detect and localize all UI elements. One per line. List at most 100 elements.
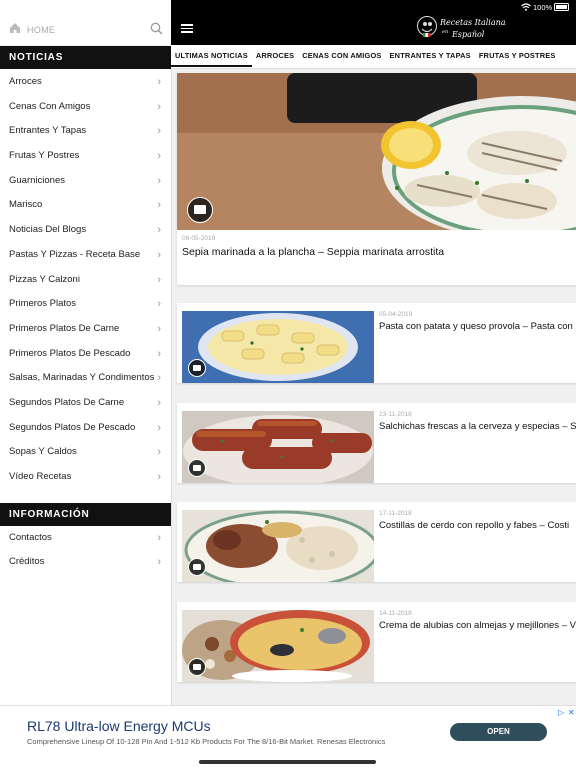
hamburger-menu-icon[interactable] — [181, 24, 193, 33]
post-date: 05-04-2019 — [379, 311, 413, 318]
tab[interactable]: FRUTAS Y POSTRES — [475, 45, 560, 67]
post-thumbnail[interactable] — [182, 411, 374, 483]
sidebar-item-info[interactable]: Créditos › — [0, 550, 171, 575]
sidebar-item-category[interactable]: Sopas Y Caldos › — [0, 440, 171, 465]
sidebar-item-label: Entrantes Y Tapas — [9, 125, 87, 137]
post-title[interactable]: Costillas de cerdo con repollo y fabes –… — [379, 520, 569, 531]
chevron-right-icon: › — [157, 372, 161, 385]
category-tabs: ULTIMAS NOTICIAS ARROCES CENAS CON AMIGOS E… — [171, 45, 576, 69]
search-icon[interactable] — [150, 22, 163, 35]
sidebar-item-label: Noticias Del Blogs — [9, 224, 87, 236]
sidebar-item-category[interactable]: Segundos Platos De Pescado › — [0, 416, 171, 441]
chevron-right-icon: › — [157, 224, 161, 237]
sidebar-item-info[interactable]: Contactos › — [0, 526, 171, 551]
sidebar-item-label: Cenas Con Amigos — [9, 100, 91, 112]
sidebar-item-category[interactable]: Primeros Platos De Pescado › — [0, 342, 171, 367]
sidebar-item-category[interactable]: Arroces › — [0, 70, 171, 95]
chevron-right-icon: › — [157, 100, 161, 113]
tab[interactable]: ARROCES — [252, 45, 298, 67]
sidebar-item-category[interactable]: Primeros Platos De Carne › — [0, 317, 171, 342]
post-card[interactable]: 05-04-2019 Pasta con patata y queso provo… — [177, 303, 576, 383]
site-logo[interactable]: Recetas Italianas en Español — [416, 13, 506, 41]
home-icon[interactable] — [9, 22, 21, 34]
post-title[interactable]: Pasta con patata y queso provola – Pasta… — [379, 321, 573, 332]
chevron-right-icon: › — [157, 248, 161, 261]
sidebar-item-label: Pizzas Y Calzoni — [9, 273, 80, 285]
sidebar-item-category[interactable]: Frutas Y Postres › — [0, 144, 171, 169]
post-title[interactable]: Crema de alubias con almejas y mejillone… — [379, 620, 576, 631]
ad-choices-icon[interactable]: ▷ — [558, 708, 564, 717]
sidebar-item-label: Contactos — [9, 531, 52, 543]
chevron-right-icon: › — [157, 347, 161, 360]
sidebar-item-label: Frutas Y Postres — [9, 150, 80, 162]
post-thumbnail[interactable] — [182, 311, 374, 383]
chevron-right-icon: › — [157, 471, 161, 483]
post-thumbnail[interactable] — [182, 610, 374, 682]
post-card[interactable]: 23-11-2018 Salchichas frescas a la cervez… — [177, 403, 576, 483]
sidebar-item-label: Sopas Y Caldos — [9, 446, 77, 458]
chevron-right-icon: › — [157, 76, 161, 88]
section-heading-info: INFORMACIÓN — [0, 502, 171, 526]
sidebar-item-label: Guarniciones — [9, 174, 65, 186]
post-date: 23-11-2018 — [379, 411, 412, 418]
post-title[interactable]: Salchichas frescas a la cerveza y especi… — [379, 421, 576, 432]
ad-description: Comprehensive Lineup Of 10-128 Pin And 1… — [27, 737, 386, 746]
sidebar-item-label: Primeros Platos De Carne — [9, 322, 120, 334]
post-date: 06-05-2019 — [182, 235, 216, 242]
sidebar-item-category[interactable]: Salsas, Marinadas Y Condimentos › — [0, 366, 171, 391]
gallery-icon — [188, 359, 206, 377]
chevron-right-icon: › — [157, 396, 161, 409]
featured-image[interactable] — [177, 73, 576, 230]
sidebar-item-category[interactable]: Noticias Del Blogs › — [0, 218, 171, 243]
tab[interactable]: CENAS CON AMIGOS — [298, 45, 385, 67]
sidebar-item-category[interactable]: Pizzas Y Calzoni › — [0, 268, 171, 293]
sidebar-item-category[interactable]: Segundos Platos De Carne › — [0, 391, 171, 416]
battery-percentage: 100% — [533, 3, 553, 12]
chevron-right-icon: › — [157, 125, 161, 138]
post-title[interactable]: Sepia marinada a la plancha – Seppia mar… — [182, 246, 444, 258]
sidebar-item-category[interactable]: Guarniciones › — [0, 169, 171, 194]
sidebar-item-category[interactable]: Primeros Platos › — [0, 292, 171, 317]
chevron-right-icon: › — [157, 273, 161, 286]
sidebar-item-category[interactable]: Vídeo Recetas › — [0, 465, 171, 490]
sidebar: HOME NOTICIAS Arroces › Cenas Con Amigos › E… — [0, 0, 172, 705]
chevron-right-icon: › — [157, 531, 161, 544]
sidebar-item-label: Créditos — [9, 556, 45, 568]
chevron-right-icon: › — [157, 199, 161, 212]
sidebar-item-label: Pastas Y Pizzas - Receta Base — [9, 248, 141, 260]
chevron-right-icon: › — [157, 298, 161, 311]
sidebar-item-category[interactable]: Pastas Y Pizzas - Receta Base › — [0, 243, 171, 268]
category-list: Arroces › Cenas Con Amigos › Entrantes Y Tap… — [0, 69, 171, 490]
sidebar-item-category[interactable]: Entrantes Y Tapas › — [0, 119, 171, 144]
wifi-icon — [521, 3, 531, 11]
gallery-icon — [187, 197, 213, 223]
sidebar-item-label: Segundos Platos De Carne — [9, 396, 125, 408]
ad-open-button[interactable]: OPEN — [450, 723, 547, 741]
chevron-right-icon: › — [157, 322, 161, 335]
section-heading-news: NOTICIAS — [0, 46, 171, 69]
tab[interactable]: ENTRANTES Y TAPAS — [386, 45, 475, 67]
sidebar-item-category[interactable]: Cenas Con Amigos › — [0, 95, 171, 120]
sidebar-item-label: Marisco — [9, 199, 43, 211]
sidebar-item-category[interactable]: Marisco › — [0, 193, 171, 218]
home-label[interactable]: HOME — [27, 25, 55, 35]
post-thumbnail[interactable] — [182, 510, 374, 582]
post-date: 17-11-2018 — [379, 510, 412, 517]
featured-post[interactable]: 06-05-2019 Sepia marinada a la plancha –… — [177, 73, 576, 285]
post-card[interactable]: 14-11-2018 Crema de alubias con almejas y… — [177, 602, 576, 682]
post-date: 14-11-2018 — [379, 610, 412, 617]
ad-close-icon[interactable]: ✕ — [568, 708, 575, 717]
chevron-right-icon: › — [157, 174, 161, 187]
chevron-right-icon: › — [157, 556, 161, 569]
svg-text:Recetas Italianas: Recetas Italianas — [439, 18, 506, 27]
sidebar-item-label: Primeros Platos De Pescado — [9, 347, 131, 359]
sidebar-item-label: Segundos Platos De Pescado — [9, 421, 136, 433]
svg-text:en: en — [442, 29, 448, 35]
sidebar-item-label: Vídeo Recetas — [9, 471, 72, 482]
svg-text:Español: Español — [451, 30, 485, 39]
tab[interactable]: ULTIMAS NOTICIAS — [171, 45, 252, 67]
home-indicator[interactable] — [199, 760, 376, 764]
gallery-icon — [188, 658, 206, 676]
post-card[interactable]: 17-11-2018 Costillas de cerdo con repollo… — [177, 502, 576, 582]
ad-title[interactable]: RL78 Ultra-low Energy MCUs — [27, 718, 211, 734]
